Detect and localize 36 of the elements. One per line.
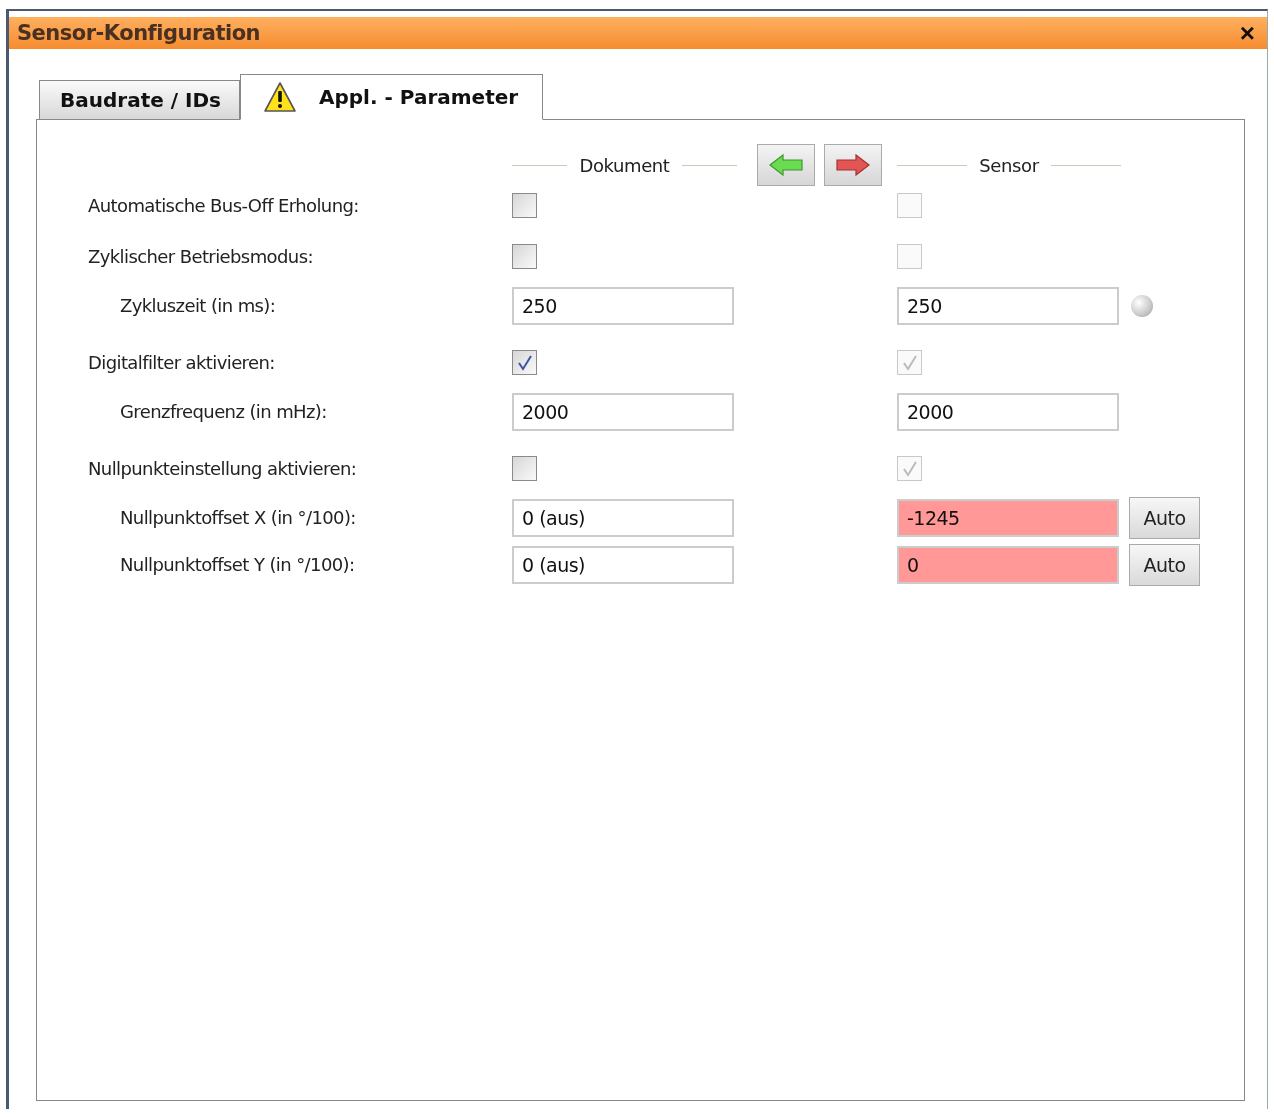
field-label: Nullpunktoffset X (in °/100):: [119, 507, 357, 528]
option-label: Digitalfilter aktivieren:: [88, 352, 276, 373]
option-label: Zyklischer Betriebsmodus:: [88, 246, 314, 267]
input-field[interactable]: 0 (aus): [512, 545, 734, 584]
right-arrow-icon: [835, 153, 871, 177]
copy-left-button[interactable]: [757, 144, 815, 186]
tab[interactable]: Appl. - Parameter: [239, 74, 544, 120]
checkmark-icon: [900, 353, 919, 372]
input-field[interactable]: -1245: [897, 498, 1119, 537]
option-label: Automatische Bus-Off Erholung:: [88, 195, 360, 216]
input-field[interactable]: 0: [897, 545, 1119, 584]
input-field[interactable]: 2000: [897, 392, 1119, 431]
checkbox[interactable]: [512, 456, 537, 481]
field-label: Grenzfrequenz (in mHz):: [119, 401, 328, 422]
warning-icon: [262, 81, 297, 113]
input-field[interactable]: 250: [897, 286, 1119, 325]
close-button[interactable]: ×: [1235, 20, 1259, 46]
input-field[interactable]: 0 (aus): [512, 498, 734, 537]
tab[interactable]: Baudrate / IDs: [39, 80, 240, 120]
window-title: Sensor-Konfiguration: [17, 21, 261, 45]
checkbox[interactable]: [512, 193, 537, 218]
input-field[interactable]: 2000: [512, 392, 734, 431]
auto-button[interactable]: Auto: [1129, 543, 1200, 586]
checkbox[interactable]: [512, 350, 537, 375]
input-field[interactable]: 250: [512, 286, 734, 325]
left-arrow-icon: [768, 153, 804, 177]
checkmark-icon: [515, 353, 534, 372]
column-header: Sensor: [979, 154, 1039, 176]
auto-button[interactable]: Auto: [1129, 496, 1200, 539]
copy-right-button[interactable]: [824, 144, 882, 186]
column-header: Dokument: [579, 154, 670, 176]
field-label: Nullpunktoffset Y (in °/100):: [119, 554, 356, 575]
checkmark-icon: [900, 459, 919, 478]
field-label: Zykluszeit (in ms):: [119, 295, 277, 316]
option-label: Nullpunkteinstellung aktivieren:: [88, 458, 358, 479]
checkbox[interactable]: [512, 244, 537, 269]
